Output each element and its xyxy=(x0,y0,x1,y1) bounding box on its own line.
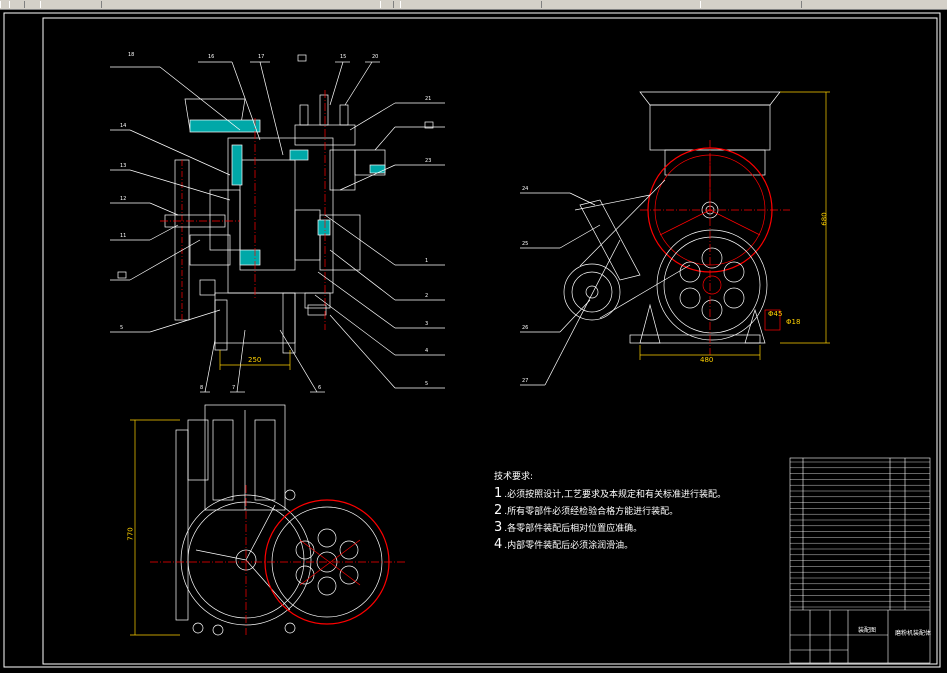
part-label: 18 xyxy=(128,52,135,58)
dimension-height: 680 xyxy=(820,212,829,226)
drawing-type: 装配图 xyxy=(858,627,877,634)
application-toolbar xyxy=(0,0,947,10)
toolbar-button[interactable] xyxy=(400,1,542,8)
note-line: 4 .内部零件装配后必须涂润滑油。 xyxy=(494,537,634,552)
part-label: 21 xyxy=(425,96,432,102)
part-label: 16 xyxy=(208,54,215,60)
technical-notes: 技术要求: 1 .必须按照设计,工艺要求及本规定和有关标准进行装配。 2 .所有零部… xyxy=(494,469,726,554)
front-view xyxy=(110,54,445,393)
part-label: 13 xyxy=(120,163,127,169)
part-label: 14 xyxy=(120,123,127,129)
toolbar-button[interactable] xyxy=(40,1,102,8)
part-label: 24 xyxy=(522,186,529,192)
plan-view xyxy=(130,404,405,636)
dimension-width: 480 xyxy=(700,356,714,364)
drawing-name: 磨粉机装配体 xyxy=(895,630,932,637)
toolbar-button[interactable] xyxy=(380,1,394,8)
part-label: 20 xyxy=(372,54,379,60)
dimension-width: 250 xyxy=(248,356,262,364)
part-label: 27 xyxy=(522,378,529,384)
part-label: 3 xyxy=(425,321,429,327)
note-line: 2 .所有零部件必须经检验合格方能进行装配。 xyxy=(494,503,679,518)
outer-frame xyxy=(3,12,941,668)
dimension-small: Φ18 xyxy=(786,318,801,326)
part-label: 5 xyxy=(120,325,124,331)
title-block-rows xyxy=(790,461,930,608)
toolbar-button[interactable] xyxy=(700,1,802,8)
cad-drawing xyxy=(3,12,941,668)
part-label: 23 xyxy=(425,158,432,164)
part-label: 2 xyxy=(425,293,429,299)
note-line: 3 .各零部件装配后相对位置应准确。 xyxy=(494,520,643,535)
drawing-canvas[interactable]: 18 16 17 15 20 14 21 13 23 12 11 1 2 3 4… xyxy=(0,10,947,669)
part-label: 1 xyxy=(425,258,429,264)
notes-heading: 技术要求: xyxy=(494,472,534,482)
part-label: 4 xyxy=(425,348,429,354)
part-label: 8 xyxy=(200,385,204,391)
part-label: 5 xyxy=(425,381,429,387)
part-label: 26 xyxy=(522,325,529,331)
dimension-height: 770 xyxy=(126,527,135,541)
side-view xyxy=(520,91,830,386)
part-label: 17 xyxy=(258,54,265,60)
part-label: 12 xyxy=(120,196,127,202)
note-line: 1 .必须按照设计,工艺要求及本规定和有关标准进行装配。 xyxy=(494,486,727,501)
part-label: 15 xyxy=(340,54,347,60)
part-label: 6 xyxy=(318,385,322,391)
toolbar-button[interactable] xyxy=(9,1,25,8)
part-label: 25 xyxy=(522,241,529,247)
part-label: 11 xyxy=(120,233,127,239)
part-label: 7 xyxy=(232,385,236,391)
dimension-small: Φ45 xyxy=(768,310,783,318)
